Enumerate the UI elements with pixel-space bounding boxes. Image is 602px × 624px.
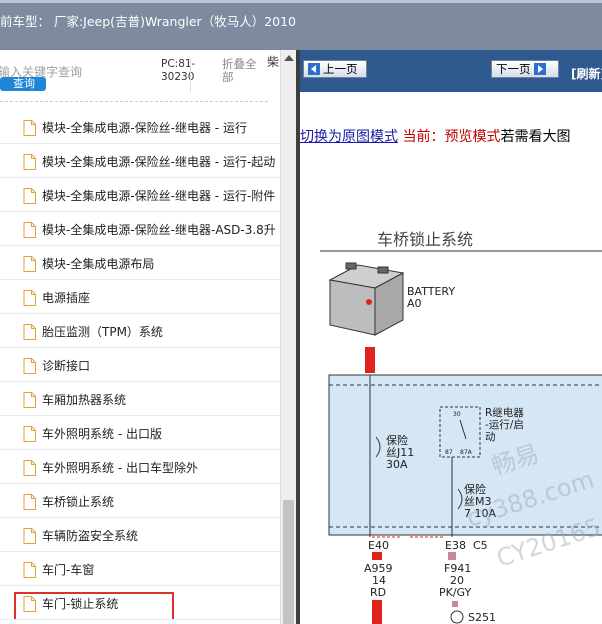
window-strip	[0, 0, 602, 3]
document-icon	[23, 528, 36, 544]
tree-item[interactable]: 模块-全集成电源布局	[0, 246, 280, 280]
next-page-button[interactable]: 下一页	[491, 60, 559, 78]
tree-item-label: 模块-全集成电源布局	[42, 257, 155, 271]
relay-label-2: -运行/启	[485, 418, 524, 431]
document-icon	[23, 324, 36, 340]
fuse-j11-label-1: 保险	[386, 433, 408, 447]
scrollbar-thumb[interactable]	[283, 500, 294, 624]
document-icon	[23, 290, 36, 306]
tree-item[interactable]: 模块-全集成电源-保险丝-继电器-ASD-3.8升	[0, 212, 280, 246]
tree-item[interactable]: 车门-车窗	[0, 552, 280, 586]
document-icon	[23, 154, 36, 170]
tree-item-label: 电源插座	[42, 291, 91, 305]
switch-original-mode-link[interactable]: 切换为原图模式	[300, 129, 398, 145]
fuse-j11-label-3: 30A	[386, 458, 408, 471]
connector-e40: E40	[368, 539, 389, 552]
top-header-bar: 前车型： 厂家:Jeep(吉普)Wrangler（牧马人）2010	[0, 0, 602, 50]
document-icon	[23, 426, 36, 442]
relay-label-3: 动	[485, 431, 496, 443]
tree-item[interactable]: 车厢加热器系统	[0, 382, 280, 416]
search-divider	[0, 101, 268, 102]
mode-line: 切换为原图模式 当前：预览模式若需看大图	[300, 126, 570, 146]
left-scrollbar[interactable]	[280, 50, 296, 624]
scroll-up-icon[interactable]	[284, 55, 294, 61]
document-icon	[23, 392, 36, 408]
current-mode-text: 当前：预览模式	[402, 129, 501, 145]
prev-page-button[interactable]: 上一页	[303, 60, 367, 78]
next-page-label: 下一页	[496, 62, 531, 76]
tree-item-label: 诊断接口	[42, 359, 91, 373]
relay-pin-30: 30	[453, 411, 461, 418]
tree-item-label: 车桥锁止系统	[42, 495, 115, 509]
tree-item-label: 模块-全集成电源-保险丝-继电器 - 运行	[42, 121, 247, 135]
prev-page-label: 上一页	[323, 62, 358, 76]
document-icon	[23, 120, 36, 136]
pc-divider	[190, 58, 191, 92]
document-icon	[23, 562, 36, 578]
arrow-left-icon	[308, 63, 320, 75]
tree-item[interactable]: 车外照明系统 - 出口版	[0, 416, 280, 450]
document-tree: 模块-全集成电源-保险丝-继电器 - 运行 模块-全集成电源-保险丝-继电器 -…	[0, 110, 280, 620]
vehicle-title: 前车型： 厂家:Jeep(吉普)Wrangler（牧马人）2010	[0, 14, 297, 29]
tree-item-label: 车门-锁止系统	[42, 597, 119, 611]
document-icon	[23, 222, 36, 238]
left-panel: 查询 PC:81-30230 折叠全部 柴 模块-全集成电源-保险丝-继电器 -…	[0, 50, 296, 624]
wiring-diagram: 车桥锁止系统 BATTERY A0 保险 丝J11 30A 30 87 87A …	[320, 230, 602, 624]
diagram-title: 车桥锁止系统	[377, 230, 473, 249]
battery-icon	[328, 262, 405, 336]
relay-label-1: R继电器	[485, 406, 524, 419]
wire-f941	[452, 601, 458, 607]
document-icon	[23, 256, 36, 272]
wire-f941-label-3: PK/GY	[439, 586, 472, 599]
tree-item-label: 模块-全集成电源-保险丝-继电器-ASD-3.8升	[42, 223, 276, 237]
document-icon	[23, 358, 36, 374]
arrow-right-icon	[533, 63, 546, 75]
tree-item-label: 模块-全集成电源-保险丝-继电器 - 运行-附件	[42, 189, 276, 203]
tree-item-label: 车厢加热器系统	[42, 393, 127, 407]
pc-number: PC:81-30230	[161, 58, 196, 83]
document-icon	[23, 460, 36, 476]
search-row: 查询 PC:81-30230 折叠全部 柴	[0, 50, 280, 102]
fuse-m3-label-1: 保险	[464, 482, 486, 496]
tree-item-label: 车辆防盗安全系统	[42, 529, 139, 543]
tree-item-label: 模块-全集成电源-保险丝-继电器 - 运行-起动	[42, 155, 276, 169]
tree-item[interactable]: 车桥锁止系统	[0, 484, 280, 518]
relay-pin-87: 87	[445, 449, 453, 456]
tree-item-label: 车外照明系统 - 出口车型除外	[42, 461, 198, 475]
tree-item-label: 胎压监测（TPM）系统	[42, 325, 163, 339]
splice-label: S251	[468, 611, 496, 624]
connector-c5: C5	[473, 539, 488, 552]
relay-pin-87a: 87A	[460, 449, 473, 456]
tree-item[interactable]: 模块-全集成电源-保险丝-继电器 - 运行	[0, 110, 280, 144]
wire-a959-label-3: RD	[370, 586, 386, 599]
viewer-panel: 上一页 下一页 [刷新] 切换为原图模式 当前：预览模式若需看大图 车桥锁止系统…	[300, 50, 602, 624]
wire-a959	[372, 600, 382, 624]
tree-item[interactable]: 电源插座	[0, 280, 280, 314]
document-icon	[23, 494, 36, 510]
tree-item[interactable]: 胎压监测（TPM）系统	[0, 314, 280, 348]
wire-f941-stub	[448, 552, 456, 560]
document-icon	[23, 596, 36, 612]
wire-a959-stub	[372, 552, 382, 560]
viewer-navbar: 上一页 下一页 [刷新]	[300, 50, 602, 92]
extra-option[interactable]: 柴	[267, 53, 279, 70]
tree-item[interactable]: 模块-全集成电源-保险丝-继电器 - 运行-起动	[0, 144, 280, 178]
tree-item-label: 车门-车窗	[42, 563, 95, 577]
search-button[interactable]: 查询	[0, 77, 46, 91]
tree-item-selected[interactable]: 车门-锁止系统	[0, 586, 280, 620]
mode-hint-text: 若需看大图	[500, 129, 571, 145]
battery-wire	[365, 347, 375, 373]
tree-item-label: 车外照明系统 - 出口版	[42, 427, 162, 441]
document-icon	[23, 188, 36, 204]
tree-item[interactable]: 车外照明系统 - 出口车型除外	[0, 450, 280, 484]
tree-item[interactable]: 模块-全集成电源-保险丝-继电器 - 运行-附件	[0, 178, 280, 212]
tree-item[interactable]: 车辆防盗安全系统	[0, 518, 280, 552]
fold-all-button[interactable]: 折叠全部	[222, 58, 262, 84]
connector-e38: E38	[445, 539, 466, 552]
tree-item[interactable]: 诊断接口	[0, 348, 280, 382]
splice-icon	[450, 610, 464, 624]
battery-id: A0	[407, 297, 422, 310]
refresh-button[interactable]: [刷新]	[571, 65, 602, 82]
